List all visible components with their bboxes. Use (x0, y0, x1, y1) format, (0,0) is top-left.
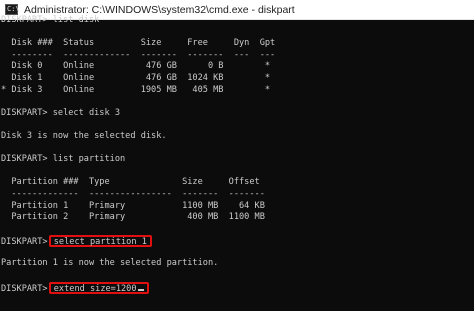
console-line-extend[interactable]: DISKPART> extend size=1200 (1, 281, 474, 294)
highlighted-command: select partition 1 (48, 235, 152, 248)
prompt: DISKPART> (1, 237, 53, 248)
highlighted-command-input[interactable]: extend size=1200 (48, 281, 149, 294)
console-line: Disk ### Status Size Free Dyn Gpt (1, 38, 276, 49)
command-text: extend size=1200 (53, 283, 137, 294)
console-line: DISKPART> list disk (1, 15, 100, 25)
console-line: Disk 3 is now the selected disk. (1, 130, 167, 141)
console-line: * Disk 3 Online 1905 MB 405 MB * (1, 84, 271, 95)
prompt: DISKPART> (1, 283, 53, 294)
text-cursor (137, 288, 144, 291)
console-line: Disk 0 Online 476 GB 0 B * (1, 61, 271, 72)
console-line: DISKPART> select disk 3 (1, 107, 120, 118)
cmd-window: C:\ Administrator: C:\WINDOWS\system32\c… (0, 0, 474, 311)
console-line: Partition ### Type Size Offset (1, 177, 260, 188)
console-line: Partition 2 Primary 400 MB 1100 MB (1, 212, 265, 223)
cmd-icon: C:\ (5, 4, 20, 15)
console-line-select-partition: DISKPART> select partition 1 (1, 235, 474, 248)
console-line: ------------- ---------------- ------- -… (1, 188, 265, 199)
window-title: Administrator: C:\WINDOWS\system32\cmd.e… (24, 3, 295, 16)
console-line: DISKPART> list partition (1, 154, 126, 165)
console-line: -------- ------------- ------- ------- -… (1, 49, 276, 60)
console-line: Partition 1 Primary 1100 MB 64 KB (1, 200, 265, 211)
console-line: Disk 1 Online 476 GB 1024 KB * (1, 72, 271, 83)
console-output[interactable]: DISKPART> list disk Disk ### Status Size… (0, 15, 474, 311)
console-line: Partition 1 is now the selected partitio… (1, 258, 219, 269)
